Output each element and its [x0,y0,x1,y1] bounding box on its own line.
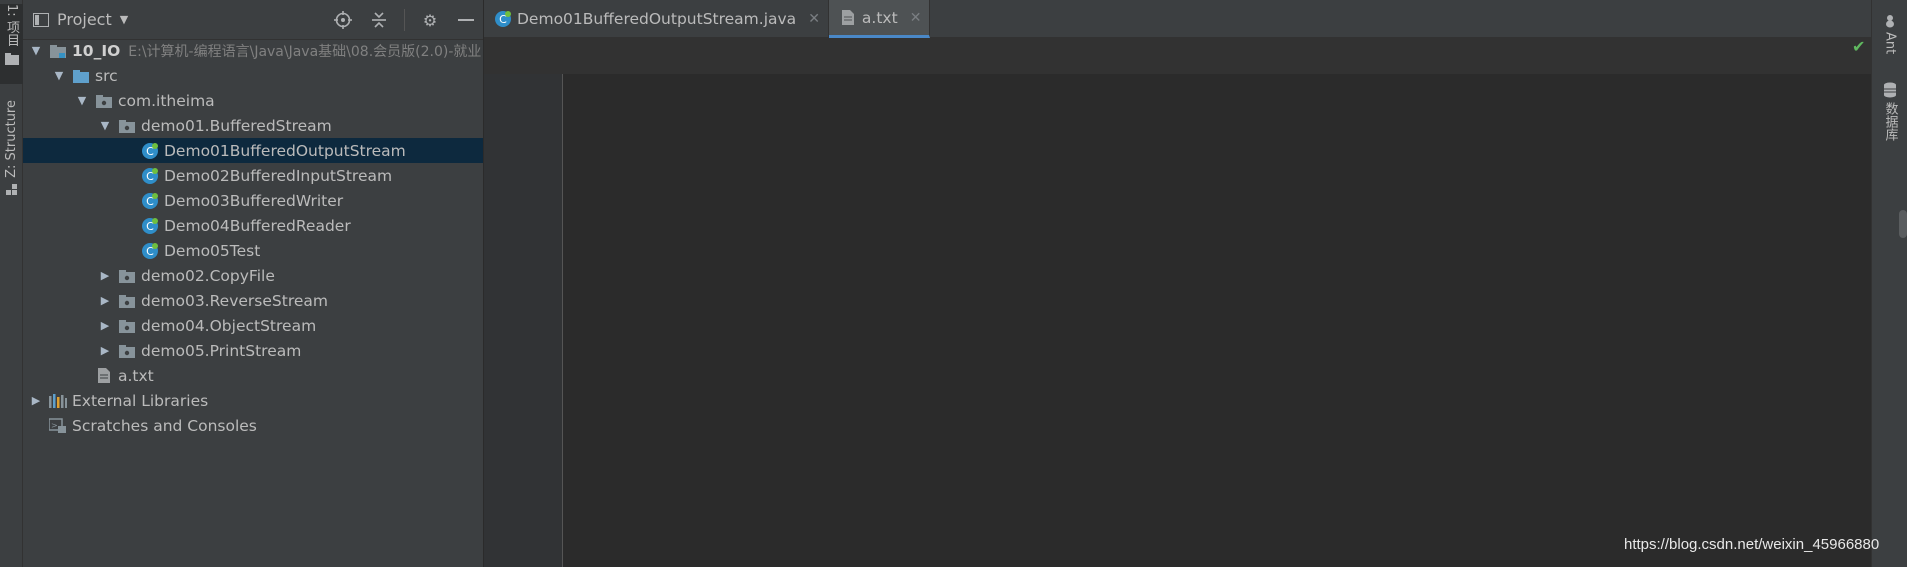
database-icon [1884,82,1896,98]
project-tool-tab-label: 1: 项目 [4,4,19,47]
tree-item-package[interactable]: ▶ demo02.CopyFile [23,263,483,288]
tree-item-label: demo03.ReverseStream [141,291,328,310]
collapse-icon[interactable] [368,9,390,31]
tree-item-class[interactable]: C Demo05Test [23,238,483,263]
tree-item-package[interactable]: ▼ com.itheima [23,88,483,113]
tree-item-label: Demo04BufferedReader [164,216,351,235]
close-icon[interactable]: ✕ [910,10,922,26]
ant-tool-tab[interactable]: Ant [1872,14,1907,54]
package-icon [118,293,136,309]
right-tool-strip: Ant 数据库 [1871,0,1907,567]
gear-icon[interactable]: ⚙ [419,9,441,31]
expand-arrow-icon[interactable]: ▶ [98,319,112,332]
tree-item-label: External Libraries [72,391,209,410]
package-icon [118,318,136,334]
editor-gutter [484,38,563,567]
project-panel-title[interactable]: Project [57,10,112,29]
chevron-down-icon[interactable]: ▼ [120,13,128,26]
package-icon [118,343,136,359]
database-tool-tab[interactable]: 数据库 [1872,82,1907,141]
root-module-path: E:\计算机-编程语言\Java\Java基础\08.会员版(2.0)-就业 [128,43,482,60]
tree-item-package[interactable]: ▶ demo05.PrintStream [23,338,483,363]
editor-text-area[interactable] [564,38,1871,567]
tree-item-label: a.txt [118,366,154,385]
scratches-icon: > [49,417,67,434]
tree-item-root[interactable]: ▼ 10_IO E:\计算机-编程语言\Java\Java基础\08.会员版(2… [23,38,483,63]
project-view-icon [33,12,49,27]
tree-item-label: demo05.PrintStream [141,341,302,360]
java-class-icon: C [141,242,159,259]
expand-arrow-icon[interactable]: ▶ [98,344,112,357]
watermark-text: https://blog.csdn.net/weixin_45966880 [1624,536,1880,553]
project-tool-tab[interactable]: 1: 项目 [0,4,23,84]
tree-item-package[interactable]: ▶ demo04.ObjectStream [23,313,483,338]
tree-item-label: Scratches and Consoles [72,416,257,435]
package-icon [118,268,136,284]
tree-item-class[interactable]: C Demo03BufferedWriter [23,188,483,213]
tree-item-label: com.itheima [118,91,215,110]
folder-icon [4,52,19,65]
tree-item-scratches[interactable]: > Scratches and Consoles [23,413,483,438]
tree-item-label: src [95,66,118,85]
tree-item-label: demo02.CopyFile [141,266,275,285]
tree-item-demo01[interactable]: ▼ demo01.BufferedStream [23,113,483,138]
java-class-icon: C [141,217,159,234]
expand-arrow-icon[interactable]: ▶ [98,294,112,307]
ant-tool-tab-label: Ant [1882,32,1898,55]
editor-tab-txt[interactable]: a.txt ✕ [828,0,931,38]
svg-text:>: > [51,421,58,430]
java-class-icon: C [141,142,159,159]
structure-tool-tab-label: Z: Structure [4,100,19,178]
tree-item-label: Demo05Test [164,241,261,260]
inspection-ok-icon[interactable]: ✔ [1852,37,1865,56]
scrollbar-thumb[interactable] [1899,210,1907,238]
tree-item-label: demo04.ObjectStream [141,316,317,335]
ant-icon [1886,15,1894,28]
left-tool-strip: 1: 项目 Z: Structure [0,0,23,567]
tree-item-label: Demo03BufferedWriter [164,191,344,210]
expand-arrow-icon[interactable]: ▼ [75,94,89,107]
tree-item-class[interactable]: C Demo02BufferedInputStream [23,163,483,188]
module-folder-icon [49,43,67,59]
editor-tab-label: a.txt [861,8,898,27]
source-folder-icon [72,68,90,84]
tree-item-label: Demo01BufferedOutputStream [164,141,406,160]
tree-item-file[interactable]: a.txt [23,363,483,388]
package-icon [118,118,136,134]
root-module-name: 10_IO [72,41,121,60]
structure-tool-tab[interactable]: Z: Structure [0,100,23,200]
library-icon [49,393,67,409]
package-icon [95,93,113,109]
java-class-icon: C [494,11,512,27]
tree-item-class[interactable]: C Demo04BufferedReader [23,213,483,238]
java-class-icon: C [141,192,159,209]
tree-item-src[interactable]: ▼ src [23,63,483,88]
expand-arrow-icon[interactable]: ▼ [29,44,43,57]
tree-item-class[interactable]: C Demo01BufferedOutputStream [23,138,483,163]
tree-item-external-libraries[interactable]: ▶ External Libraries [23,388,483,413]
expand-arrow-icon[interactable]: ▶ [29,394,43,407]
editor-tab-java[interactable]: C Demo01BufferedOutputStream.java ✕ [484,0,829,38]
current-line-highlight [484,38,1871,74]
project-panel: Project ▼ ⚙ ▼ 10_IO E:\计算机-编程语言\Java\Jav… [23,0,484,567]
editor-tab-label: Demo01BufferedOutputStream.java [517,10,797,28]
database-tool-tab-label: 数据库 [1882,102,1898,141]
toolbar-separator [404,9,405,31]
minimize-icon[interactable] [455,9,477,31]
tree-item-label: demo01.BufferedStream [141,116,332,135]
text-file-icon [95,368,113,384]
close-icon[interactable]: ✕ [808,11,820,27]
editor-tab-bar: C Demo01BufferedOutputStream.java ✕ a.tx… [484,0,1871,38]
java-class-icon: C [141,167,159,184]
expand-arrow-icon[interactable]: ▶ [98,269,112,282]
tree-item-label: Demo02BufferedInputStream [164,166,393,185]
expand-arrow-icon[interactable]: ▼ [52,69,66,82]
locate-icon[interactable] [332,9,354,31]
structure-icon [5,183,17,195]
project-tree: ▼ 10_IO E:\计算机-编程语言\Java\Java基础\08.会员版(2… [23,38,483,438]
tree-item-package[interactable]: ▶ demo03.ReverseStream [23,288,483,313]
expand-arrow-icon[interactable]: ▼ [98,119,112,132]
text-file-icon [839,10,857,26]
